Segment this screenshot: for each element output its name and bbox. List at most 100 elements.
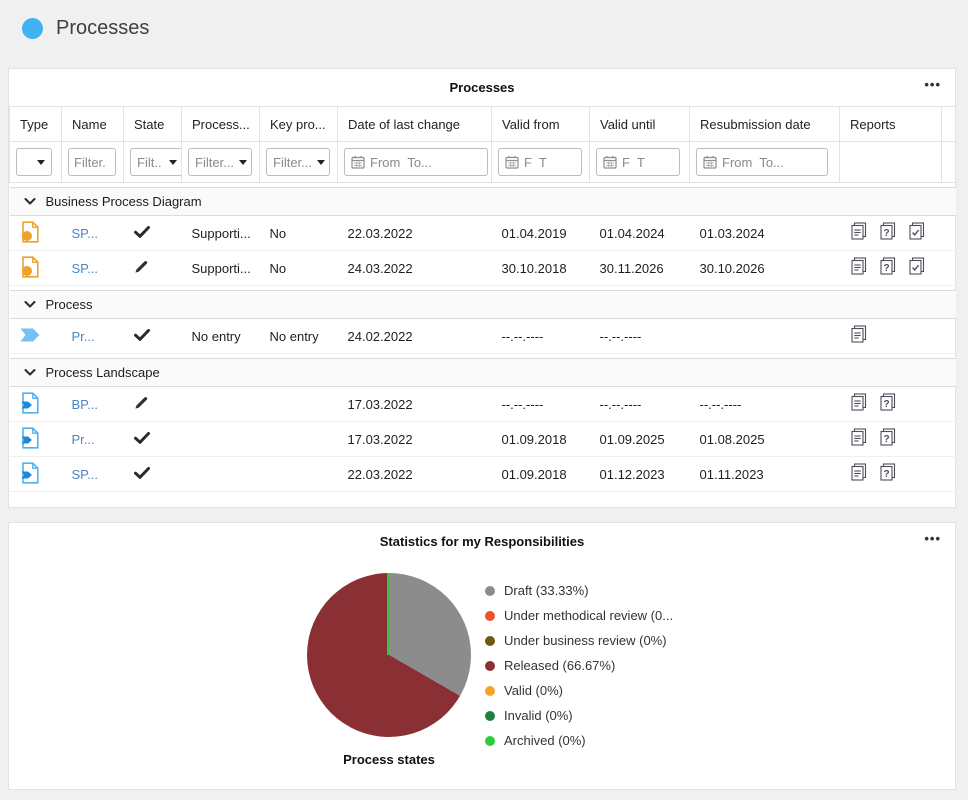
business-process-diagram-icon (20, 256, 40, 278)
processes-panel-titlebar: Processes ••• (9, 69, 955, 106)
process-arrow-icon (20, 328, 40, 342)
process-name-link[interactable]: Pr... (72, 432, 95, 447)
process-name-link[interactable]: Pr... (72, 329, 95, 344)
report-check-icon[interactable] (908, 222, 926, 241)
column-header-state[interactable]: State (123, 106, 182, 142)
legend-item-released: Released (66.67%) (485, 653, 673, 678)
report-question-icon[interactable] (879, 257, 897, 276)
report-question-icon[interactable] (879, 463, 897, 482)
column-header-reports[interactable]: Reports (839, 106, 942, 142)
cell-last-change: 17.03.2022 (337, 386, 492, 422)
filter-cell-last-change: From To... (337, 141, 492, 183)
report-document-icon[interactable] (850, 393, 868, 412)
chevron-down-icon (37, 160, 45, 165)
cell-reports (839, 456, 942, 492)
column-header-name[interactable]: Name (61, 106, 124, 142)
legend-label: Draft (33.33%) (504, 583, 589, 598)
report-question-icon[interactable] (879, 428, 897, 447)
process-name-link[interactable]: BP... (72, 397, 99, 412)
process-name-link[interactable]: SP... (72, 226, 99, 241)
column-header-type[interactable]: Type (9, 106, 62, 142)
filter-cell-reports (839, 141, 942, 183)
key-process-filter-label: Filter... (273, 154, 313, 170)
group-label: Business Process Diagram (45, 194, 202, 209)
report-document-icon[interactable] (850, 463, 868, 482)
cell-spare (941, 421, 956, 457)
cell-resubmission: 01.08.2025 (689, 421, 840, 457)
valid-until-date-filter[interactable]: F T (596, 148, 680, 176)
group-toggle[interactable]: Process Landscape (9, 358, 956, 387)
report-question-icon[interactable] (879, 393, 897, 412)
column-header-resubmission[interactable]: Resubmission date (689, 106, 840, 142)
legend-label: Under business review (0%) (504, 633, 667, 648)
table-row[interactable]: Pr... 17.03.2022 01.09.2018 01.09.2025 0… (9, 421, 956, 457)
chevron-down-icon (24, 369, 36, 376)
cell-name: Pr... (61, 318, 124, 354)
cell-key-process (259, 421, 338, 457)
table-row[interactable]: BP... 17.03.2022 --.--.---- --.--.---- -… (9, 386, 956, 422)
process-name-link[interactable]: SP... (72, 261, 99, 276)
cell-process (181, 421, 260, 457)
cell-valid-until: --.--.---- (589, 386, 690, 422)
column-header-valid-until[interactable]: Valid until (589, 106, 690, 142)
type-filter-dropdown[interactable] (16, 148, 52, 176)
column-header-key-process[interactable]: Key pro... (259, 106, 338, 142)
cell-key-process (259, 456, 338, 492)
cell-spare (941, 386, 956, 422)
process-filter-dropdown[interactable]: Filter... (188, 148, 252, 176)
chevron-down-icon (24, 198, 36, 205)
cell-name: SP... (61, 250, 124, 286)
report-document-icon[interactable] (850, 325, 868, 344)
state-in-progress-icon (134, 395, 149, 410)
legend-dot (485, 660, 495, 671)
panel-menu-icon[interactable]: ••• (924, 78, 941, 92)
page-header: Processes (0, 0, 968, 46)
report-document-icon[interactable] (850, 222, 868, 241)
cell-type (9, 215, 62, 251)
state-filter-dropdown[interactable]: Filt.. (130, 148, 181, 176)
resubmission-date-filter[interactable]: From To... (696, 148, 828, 176)
cell-valid-from: 30.10.2018 (491, 250, 590, 286)
valid-from-date-filter[interactable]: F T (498, 148, 582, 176)
report-document-icon[interactable] (850, 257, 868, 276)
filter-cell-name (61, 141, 124, 183)
cell-valid-until: 30.11.2026 (589, 250, 690, 286)
report-question-icon[interactable] (879, 222, 897, 241)
cell-key-process: No (259, 250, 338, 286)
cell-name: Pr... (61, 421, 124, 457)
filter-cell-type (9, 141, 62, 183)
key-process-filter-dropdown[interactable]: Filter... (266, 148, 330, 176)
archived-slice-edge (387, 573, 389, 655)
filter-cell-key-process: Filter... (259, 141, 338, 183)
legend-item-archived: Archived (0%) (485, 728, 673, 753)
column-header-valid-from[interactable]: Valid from (491, 106, 590, 142)
group-toggle[interactable]: Business Process Diagram (9, 187, 956, 216)
table-row[interactable]: Pr... No entry No entry 24.02.2022 --.--… (9, 318, 956, 354)
cell-type (9, 421, 62, 457)
legend-label: Invalid (0%) (504, 708, 573, 723)
cell-state (123, 421, 182, 457)
process-name-link[interactable]: SP... (72, 467, 99, 482)
group-toggle[interactable]: Process (9, 290, 956, 319)
name-filter-input[interactable] (68, 148, 116, 176)
panel-menu-icon[interactable]: ••• (924, 532, 941, 546)
calendar-icon (603, 155, 617, 169)
legend-item-under-business-review: Under business review (0%) (485, 628, 673, 653)
report-document-icon[interactable] (850, 428, 868, 447)
cell-valid-until: 01.09.2025 (589, 421, 690, 457)
legend-dot (485, 735, 495, 746)
last-change-date-filter[interactable]: From To... (344, 148, 488, 176)
state-filter-label: Filt.. (137, 154, 162, 170)
cell-state (123, 215, 182, 251)
column-header-row: Type Name State Process... Key pro... Da… (9, 106, 956, 142)
report-check-icon[interactable] (908, 257, 926, 276)
table-row[interactable]: SP... Supporti... No 24.03.2022 30.10.20… (9, 250, 956, 286)
cell-resubmission (689, 318, 840, 354)
cell-type (9, 250, 62, 286)
group-row-business-process-diagram: Business Process Diagram (9, 187, 956, 216)
table-row[interactable]: SP... 22.03.2022 01.09.2018 01.12.2023 0… (9, 456, 956, 492)
cell-spare (941, 215, 956, 251)
column-header-last-change[interactable]: Date of last change (337, 106, 492, 142)
table-row[interactable]: SP... Supporti... No 22.03.2022 01.04.20… (9, 215, 956, 251)
column-header-process[interactable]: Process... (181, 106, 260, 142)
